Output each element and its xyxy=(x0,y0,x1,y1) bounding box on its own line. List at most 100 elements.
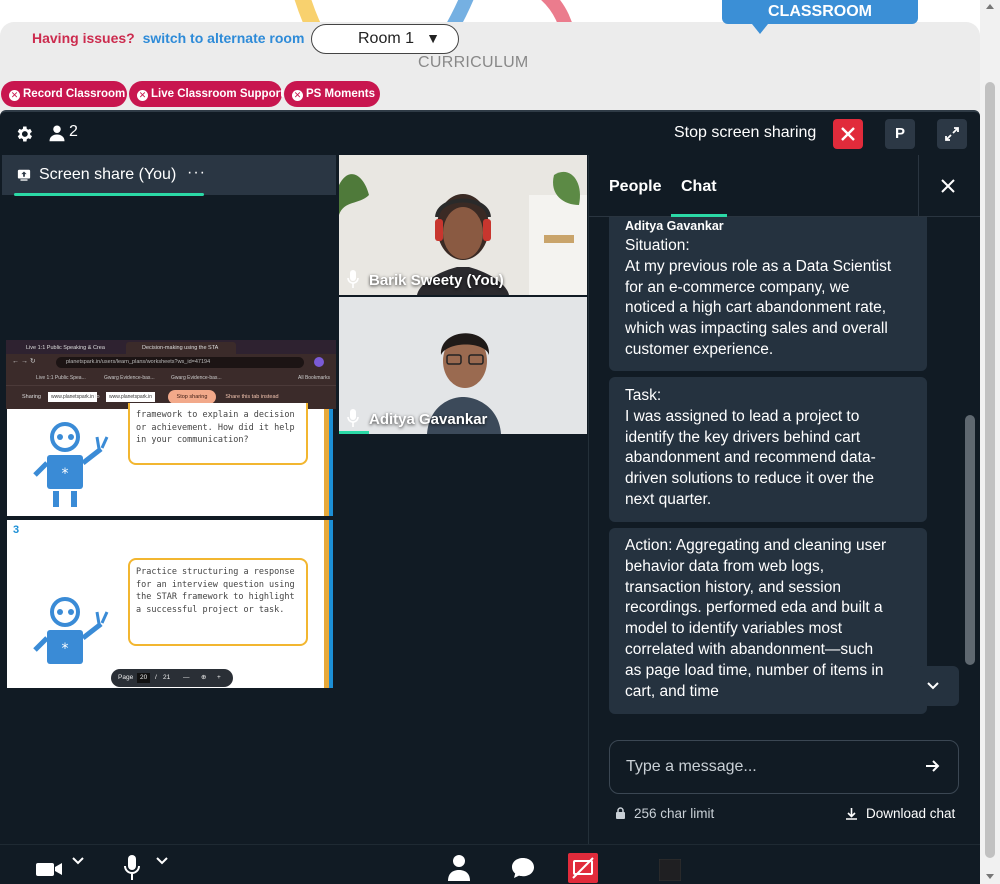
tab-people[interactable]: People xyxy=(609,178,661,196)
whiteboard-icon[interactable] xyxy=(659,859,681,881)
browser-url: planetspark.in/users/learn_plans/workshe… xyxy=(56,357,304,368)
caret-down-icon: ▼ xyxy=(426,30,440,46)
message-line: At my previous role as a Data Scientist xyxy=(625,257,892,275)
fullscreen-button[interactable] xyxy=(937,119,967,149)
chevron-down-icon[interactable] xyxy=(72,857,84,865)
worksheet-content: * framework to explain a decision or ach… xyxy=(6,403,336,740)
message-line: as page load time, number of items in xyxy=(625,661,884,679)
chevron-down-icon[interactable] xyxy=(156,857,168,865)
tab-chat[interactable]: Chat xyxy=(681,178,717,196)
pager-current: 20 xyxy=(137,673,151,683)
video-tile-participant[interactable]: Aditya Gavankar xyxy=(339,297,587,434)
chat-bubble-icon[interactable] xyxy=(511,857,535,879)
chat-scrollbar[interactable] xyxy=(965,415,975,665)
chevron-down-icon xyxy=(927,682,939,690)
record-classroom-label: Record Classroom xyxy=(23,88,126,100)
scroll-up-arrow-icon[interactable] xyxy=(986,4,994,9)
gear-icon[interactable] xyxy=(14,124,34,144)
classroom-tab-label: CLASSROOM xyxy=(768,3,872,20)
worksheet-card: * framework to explain a decision or ach… xyxy=(7,403,333,516)
curriculum-label[interactable]: CURRICULUM xyxy=(418,54,529,72)
ps-moments-button[interactable]: ✕ PS Moments xyxy=(284,81,380,107)
card-rail-blue xyxy=(329,520,333,688)
participants-icon[interactable] xyxy=(48,124,66,142)
issues-text: Having issues? xyxy=(32,30,135,46)
message-line: for an e-commerce company, we xyxy=(625,278,850,296)
chat-panel-tabs: People Chat xyxy=(589,155,981,217)
classroom-tab[interactable]: CLASSROOM xyxy=(722,0,918,34)
screen-share-tile[interactable]: Screen share (You) ··· Live 1:1 Public S… xyxy=(2,155,336,740)
download-icon xyxy=(846,808,857,820)
svg-text:*: * xyxy=(62,641,69,657)
speaking-indicator xyxy=(339,431,369,434)
browser-stop-sharing-button: Stop sharing xyxy=(168,390,216,404)
page-scrollbar[interactable] xyxy=(980,0,1000,884)
stop-sharing-label: Stop screen sharing xyxy=(674,124,817,141)
screen-share-off-icon[interactable] xyxy=(568,853,598,883)
meeting-window: 2 Stop screen sharing P Screen share (Yo… xyxy=(0,110,981,884)
chat-message-input[interactable]: Type a message... xyxy=(609,740,959,794)
zoom-out-icon: — xyxy=(183,674,190,681)
divider xyxy=(918,155,919,217)
close-icon[interactable] xyxy=(937,175,959,197)
pdf-pager: Page 20 / 21 — ⊕ + xyxy=(111,669,233,687)
zoom-icon: ⊕ xyxy=(201,674,207,681)
bookmark-item: Gwarg Evidence-bas... xyxy=(171,375,222,381)
message-line: model to identify variables most xyxy=(625,620,843,638)
screen-share-icon xyxy=(17,169,31,181)
message-line: behavior data from web logs, xyxy=(625,557,825,575)
pager-label: Page xyxy=(118,674,134,681)
scroll-down-arrow-icon[interactable] xyxy=(986,874,994,879)
message-line: identify the key drivers behind cart xyxy=(625,428,861,446)
microphone-icon xyxy=(347,270,359,288)
browser-tab: Live 1:1 Public Speaking & Crea xyxy=(26,345,105,351)
prompt-bubble: Practice structuring a response for an i… xyxy=(128,558,308,646)
camera-icon[interactable] xyxy=(36,861,64,877)
download-chat-button[interactable]: Download chat xyxy=(845,806,955,821)
chat-panel: People Chat Aditya Gavankar Situation: A… xyxy=(588,155,981,845)
pager-total: 21 xyxy=(163,674,171,681)
svg-text:*: * xyxy=(62,466,69,482)
scrollbar-thumb[interactable] xyxy=(985,82,995,858)
pager-separator: / xyxy=(155,674,157,681)
stop-sharing-button[interactable] xyxy=(833,119,863,149)
microphone-icon[interactable] xyxy=(124,855,140,881)
card-rail-blue xyxy=(329,409,333,516)
person-icon[interactable] xyxy=(448,855,470,881)
more-options-icon[interactable]: ··· xyxy=(187,164,206,182)
issues-notice: Having issues? switch to alternate room xyxy=(32,30,304,46)
record-classroom-button[interactable]: ✕ Record Classroom xyxy=(1,81,127,107)
sharing-to-label: to xyxy=(95,394,100,400)
message-line: abandonment and recommend data- xyxy=(625,449,876,467)
alternate-room-link[interactable]: switch to alternate room xyxy=(143,30,305,46)
card-number: 3 xyxy=(13,524,20,536)
message-line: driven solutions to reduce it over the xyxy=(625,470,874,488)
message-sender: Aditya Gavankar xyxy=(625,219,724,233)
send-arrow-icon[interactable] xyxy=(924,758,940,774)
message-line: Action: Aggregating and cleaning user xyxy=(625,537,887,554)
message-line: I was assigned to lead a project to xyxy=(625,407,860,425)
char-limit: 256 char limit xyxy=(615,806,714,821)
message-line: which was impacting sales and overall xyxy=(625,320,888,338)
participant-name: Barik Sweety (You) xyxy=(347,270,504,289)
browser-tab-active: Decision-making using the STA xyxy=(126,342,236,354)
live-support-button[interactable]: ✕ Live Classroom Support xyxy=(129,81,284,107)
bookmark-item: Live 1:1 Public Spea... xyxy=(36,375,86,381)
room-select[interactable]: Room 1 ▼ xyxy=(311,24,459,54)
profile-button[interactable]: P xyxy=(885,119,915,149)
browser-tab-strip: Live 1:1 Public Speaking & Crea Decision… xyxy=(6,340,336,354)
ps-moments-label: PS Moments xyxy=(306,88,376,100)
message-line: correlated with abandonment—such xyxy=(625,640,874,658)
prompt-bubble: framework to explain a decision or achie… xyxy=(128,403,308,465)
chat-message-list[interactable]: Aditya Gavankar Situation: At my previou… xyxy=(609,217,927,717)
sharing-label: Sharing xyxy=(22,394,41,400)
screen-share-label: Screen share (You) xyxy=(39,166,177,183)
participant-name: Aditya Gavankar xyxy=(347,409,487,428)
nav-arrows-icon: ← → ↻ xyxy=(12,358,36,365)
scroll-to-bottom-button[interactable] xyxy=(907,666,959,706)
video-tile-self[interactable]: Barik Sweety (You) xyxy=(339,155,587,295)
chat-message: Action: Aggregating and cleaning user be… xyxy=(609,528,927,714)
close-circle-icon: ✕ xyxy=(137,90,148,101)
message-line: Task: xyxy=(625,387,662,404)
sharing-to: www.planetspark.in xyxy=(106,392,156,402)
